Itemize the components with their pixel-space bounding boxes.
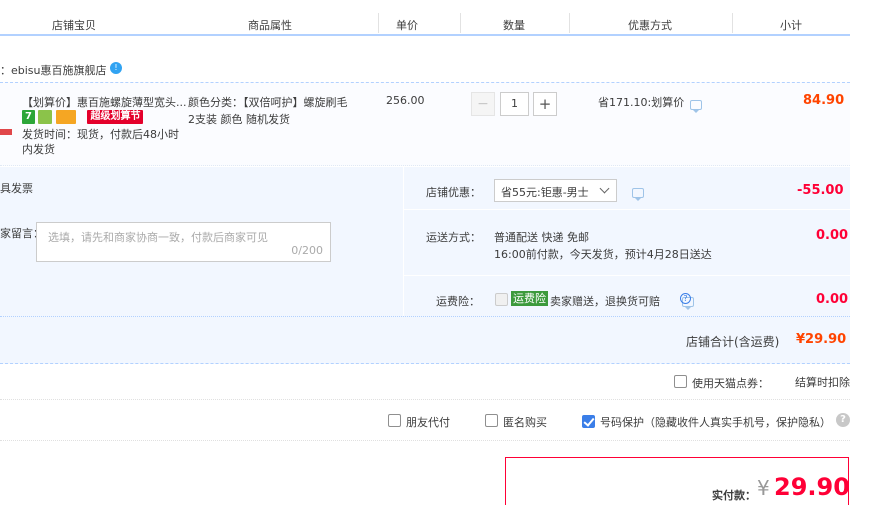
item-attr-color: 颜色分类：【双倍呵护】螺旋刷毛 <box>188 96 348 109</box>
chevron-down-icon <box>599 183 610 194</box>
insurance-label: 运费险： <box>436 295 480 308</box>
extras-row: 朋友代付 匿名购买 号码保护（隐藏收件人真实手机号，保护隐私） ? <box>0 401 850 441</box>
header-price: 单价 <box>396 19 418 32</box>
payment-summary: 实付款： ¥ 29.90 <box>505 457 850 505</box>
item-title[interactable]: 【划算价】惠百施螺旋薄型宽头... <box>22 94 187 110</box>
message-placeholder: 选填，请先和商家协商一致，付款后商家可见 <box>48 231 268 244</box>
item-subtotal: 84.90 <box>803 93 845 108</box>
item-attr-variant: 2支装 颜色 随机发货 <box>188 113 290 126</box>
payment-amount: 29.90 <box>774 473 850 501</box>
item-discount: 省171.10:划算价 <box>598 96 685 109</box>
message-textarea[interactable]: 选填，请先和商家协商一致，付款后商家可见 0/200 <box>36 222 331 262</box>
header-separator <box>732 13 733 33</box>
qty-input[interactable]: 1 <box>500 92 529 116</box>
header-qty: 数量 <box>503 19 525 32</box>
friend-pay-checkbox[interactable] <box>388 414 401 427</box>
credit-card-icon <box>55 110 76 124</box>
item-row: 【划算价】惠百施螺旋薄型宽头... 7 超级划算节 发货时间：现货，付款后48小… <box>0 82 850 166</box>
panel-divider <box>403 167 404 316</box>
store-discount-value: 省55元:钜惠-男士 <box>501 186 589 199</box>
store-discount-select[interactable]: 省55元:钜惠-男士 <box>494 179 617 202</box>
message-counter: 0/200 <box>291 244 323 257</box>
header-separator <box>460 13 461 33</box>
item-unit-price: 256.00 <box>386 94 425 107</box>
invoice-label[interactable]: 具发票 <box>0 180 33 196</box>
header-attrs: 商品属性 <box>248 19 292 32</box>
panel-divider <box>403 209 850 210</box>
store-name[interactable]: ：ebisu惠百施旗舰店 <box>0 64 107 77</box>
header-subtotal: 小计 <box>780 19 802 32</box>
store-chat-icon[interactable]: ! <box>110 62 122 74</box>
store-discount-amount: -55.00 <box>797 183 844 198</box>
order-options-panel: 具发票 家留言： 选填，请先和商家协商一致，付款后商家可见 0/200 店铺优惠… <box>0 167 850 316</box>
settle-deduct-text: 结算时扣除 <box>795 376 850 389</box>
number-protect-checkbox[interactable] <box>582 414 595 428</box>
shipping-method: 普通配送 快递 免邮 <box>494 231 589 244</box>
header-discount: 优惠方式 <box>628 19 672 32</box>
item-badges: 7 超级划算节 <box>22 110 144 124</box>
help-icon[interactable]: ? <box>680 293 691 304</box>
friend-pay-label[interactable]: 朋友代付 <box>406 414 450 430</box>
payment-label: 实付款： <box>712 489 756 502</box>
guarantee-icon <box>38 110 53 124</box>
payment-currency: ¥ <box>757 476 770 500</box>
shipping-label: 运送方式： <box>426 231 481 244</box>
anonymous-checkbox[interactable] <box>485 414 498 427</box>
header-separator <box>378 13 379 33</box>
seven-day-return-icon: 7 <box>22 110 35 124</box>
shipping-amount: 0.00 <box>816 228 849 243</box>
store-discount-label: 店铺优惠： <box>426 186 481 199</box>
tmall-coupon-checkbox[interactable] <box>674 375 687 388</box>
insurance-text: 卖家赠送，退换货可赔 <box>550 295 660 308</box>
header-underline <box>0 34 850 36</box>
store-total-label: 店铺合计(含运费) <box>686 335 780 349</box>
qty-minus-button[interactable]: − <box>471 92 495 116</box>
header-separator <box>569 13 570 33</box>
festival-badge: 超级划算节 <box>87 110 144 124</box>
store-total-row: 店铺合计(含运费) ¥29.90 <box>0 316 850 364</box>
panel-divider <box>403 275 850 276</box>
item-shipping-time: 发货时间：现货，付款后48小时内发货 <box>22 128 179 156</box>
help-icon[interactable]: ? <box>836 413 850 427</box>
item-thumbnail[interactable] <box>0 129 12 135</box>
shipping-eta: 16:00前付款，今天发货，预计4月28日送达 <box>494 248 712 261</box>
store-total-value: ¥29.90 <box>796 332 847 347</box>
discount-chat-icon[interactable] <box>690 100 702 113</box>
coupon-row: 使用天猫点券： 结算时扣除 <box>0 364 850 400</box>
quantity-stepper: − 1 + <box>471 92 558 116</box>
qty-plus-button[interactable]: + <box>533 92 557 116</box>
store-discount-chat-icon[interactable] <box>632 188 644 201</box>
tmall-coupon-label: 使用天猫点券： <box>692 377 769 390</box>
insurance-badge: 运费险 <box>511 291 548 306</box>
anonymous-label[interactable]: 匿名购买 <box>503 414 547 430</box>
insurance-checkbox[interactable] <box>495 293 508 306</box>
insurance-amount: 0.00 <box>816 292 849 307</box>
store-row: ：ebisu惠百施旗舰店 ! <box>0 62 122 78</box>
number-protect-label[interactable]: 号码保护（隐藏收件人真实手机号，保护隐私） <box>600 414 831 430</box>
header-store-item: 店铺宝贝 <box>52 19 96 32</box>
